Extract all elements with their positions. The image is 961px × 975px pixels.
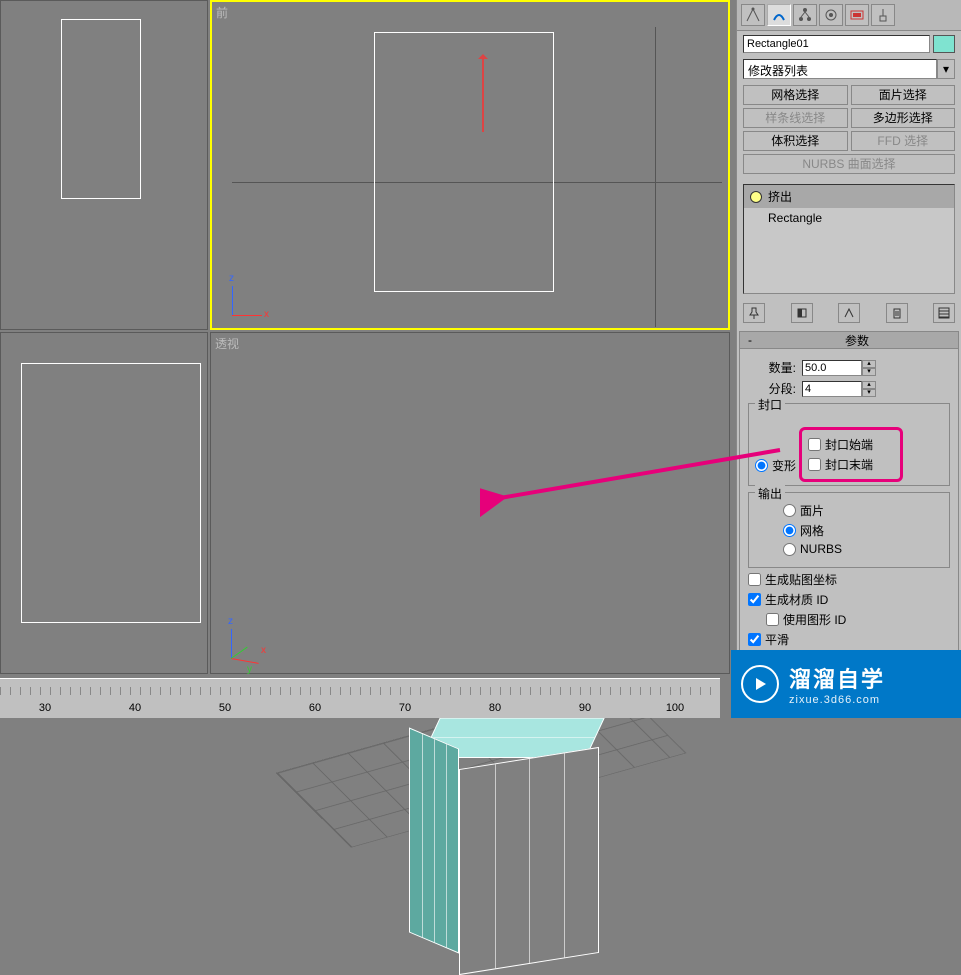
viewport-persp-label: 透视	[215, 335, 239, 352]
cap-group-title: 封口	[755, 396, 785, 413]
cap-end-label: 封口末端	[825, 456, 873, 473]
out-patch-label: 面片	[800, 502, 824, 519]
viewport-perspective[interactable]: 透视 z x y	[210, 332, 730, 674]
gen-mat-checkbox[interactable]	[748, 593, 761, 606]
vol-select-button[interactable]: 体积选择	[743, 131, 848, 151]
panel-tabs	[737, 0, 961, 31]
modify-tab[interactable]	[767, 4, 791, 26]
cap-start-checkbox[interactable]	[808, 438, 821, 451]
use-shape-label: 使用图形 ID	[783, 611, 846, 628]
object-color-swatch[interactable]	[933, 35, 955, 53]
watermark-sub: zixue.3d66.com	[789, 694, 885, 706]
ruler-ticks: 30405060708090100	[0, 702, 720, 714]
grid-line	[655, 27, 656, 327]
object-name-input[interactable]	[743, 35, 930, 53]
smooth-checkbox[interactable]	[748, 633, 761, 646]
cap-end-checkbox[interactable]	[808, 458, 821, 471]
morph-label: 变形	[772, 457, 796, 474]
params-rollout-header[interactable]: - 参数	[739, 331, 959, 349]
bulb-icon[interactable]	[750, 191, 762, 203]
out-mesh-radio[interactable]	[783, 524, 796, 537]
use-shape-checkbox[interactable]	[766, 613, 779, 626]
remove-modifier-button[interactable]	[886, 303, 908, 323]
mesh-select-button[interactable]: 网格选择	[743, 85, 848, 105]
wireframe-shape	[374, 32, 554, 292]
configure-sets-button[interactable]	[933, 303, 955, 323]
cap-start-label: 封口始端	[825, 436, 873, 453]
morph-radio[interactable]	[755, 459, 768, 472]
command-panel: 修改器列表 ▾ 网格选择 面片选择 样条线选择 多边形选择 体积选择 FFD 选…	[736, 0, 961, 718]
motion-tab[interactable]	[819, 4, 843, 26]
amount-input[interactable]	[802, 360, 862, 376]
show-end-result-button[interactable]	[791, 303, 813, 323]
out-nurbs-label: NURBS	[800, 542, 842, 556]
stack-item-extrude[interactable]: 挤出	[744, 185, 954, 208]
viewport-front-label: 前	[216, 4, 228, 21]
spinner-down-button[interactable]: ▾	[862, 368, 876, 376]
hierarchy-tab[interactable]	[793, 4, 817, 26]
segs-label: 分段:	[748, 380, 796, 397]
amount-label: 数量:	[748, 359, 796, 376]
viewport-top[interactable]	[0, 0, 208, 330]
extruded-box[interactable]	[409, 708, 574, 943]
stack-item-label: 挤出	[768, 188, 792, 205]
stack-item-rectangle[interactable]: Rectangle	[744, 208, 954, 228]
spinner-down-button[interactable]: ▾	[862, 389, 876, 397]
utilities-tab[interactable]	[871, 4, 895, 26]
stack-item-label: Rectangle	[768, 211, 822, 225]
pin-stack-button[interactable]	[743, 303, 765, 323]
out-patch-radio[interactable]	[783, 504, 796, 517]
wireframe-shape	[21, 363, 201, 623]
watermark-title: 溜溜自学	[789, 662, 885, 694]
display-tab[interactable]	[845, 4, 869, 26]
dropdown-arrow-icon[interactable]: ▾	[937, 59, 955, 79]
cap-highlight-annotation: 封口始端 封口末端	[799, 427, 903, 482]
spinner-up-button[interactable]: ▴	[862, 360, 876, 368]
face-select-button[interactable]: 面片选择	[851, 85, 956, 105]
segs-input[interactable]	[802, 381, 862, 397]
smooth-label: 平滑	[765, 631, 789, 648]
poly-select-button[interactable]: 多边形选择	[851, 108, 956, 128]
create-tab[interactable]	[741, 4, 765, 26]
watermark: 溜溜自学 zixue.3d66.com	[731, 650, 961, 718]
make-unique-button[interactable]	[838, 303, 860, 323]
spline-select-button[interactable]: 样条线选择	[743, 108, 848, 128]
gen-map-label: 生成贴图坐标	[765, 571, 837, 588]
spinner-up-button[interactable]: ▴	[862, 381, 876, 389]
collapse-icon: -	[744, 333, 756, 347]
gen-mat-label: 生成材质 ID	[765, 591, 828, 608]
ffd-select-button[interactable]: FFD 选择	[851, 131, 956, 151]
out-nurbs-radio[interactable]	[783, 543, 796, 556]
wireframe-shape	[61, 19, 141, 199]
modifier-stack[interactable]: 挤出 Rectangle	[743, 184, 955, 294]
manipulator-arrow[interactable]	[482, 57, 484, 132]
viewport-front[interactable]: 前 z x	[210, 0, 730, 330]
play-icon	[741, 665, 779, 703]
output-group-title: 输出	[755, 485, 785, 502]
viewport-left[interactable]	[0, 332, 208, 674]
time-ruler[interactable]: 30405060708090100	[0, 678, 720, 718]
rollout-title: 参数	[760, 332, 954, 349]
gen-map-checkbox[interactable]	[748, 573, 761, 586]
nurbs-select-button[interactable]: NURBS 曲面选择	[743, 154, 955, 174]
modifier-list-dropdown[interactable]: 修改器列表	[743, 59, 937, 79]
out-mesh-label: 网格	[800, 522, 824, 539]
